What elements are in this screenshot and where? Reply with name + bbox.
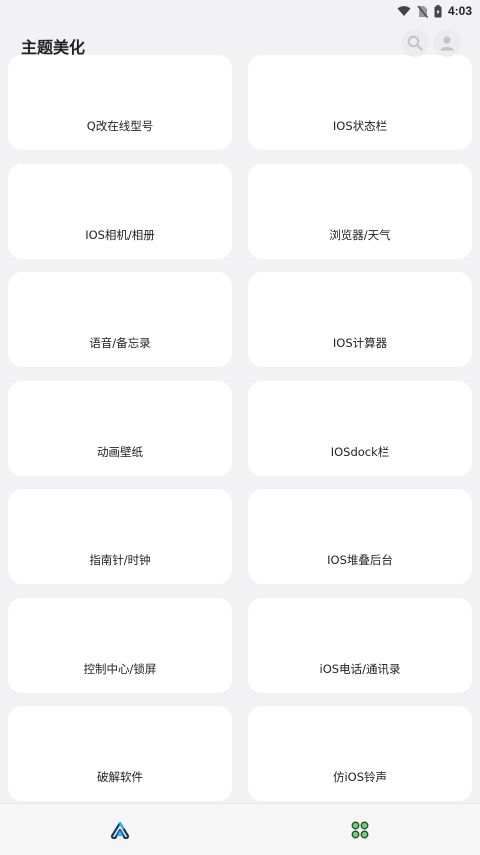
avatar-button[interactable]	[433, 29, 461, 57]
apps-grid-icon	[351, 821, 369, 839]
card-ios-ringtone[interactable]: 仿iOS铃声	[248, 706, 472, 801]
card-label: iOS电话/通讯录	[319, 662, 401, 676]
card-cracked-software[interactable]: 破解软件	[8, 706, 232, 801]
card-label: IOS状态栏	[332, 119, 388, 133]
card-ios-dock[interactable]: IOSdock栏	[248, 381, 472, 476]
battery-icon	[434, 4, 442, 18]
status-bar: 4:03	[0, 0, 480, 22]
card-label: 动画壁纸	[97, 445, 143, 459]
card-ios-status-bar[interactable]: IOS状态栏	[248, 55, 472, 150]
card-label: IOS堆叠后台	[327, 553, 393, 567]
card-control-center-lockscreen[interactable]: 控制中心/锁屏	[8, 598, 232, 693]
card-label: 语音/备忘录	[89, 336, 151, 350]
card-label: 破解软件	[97, 770, 143, 784]
wifi-icon	[397, 5, 411, 17]
card-label: IOSdock栏	[330, 445, 390, 459]
card-label: Q改在线型号	[86, 119, 154, 133]
card-browser-weather[interactable]: 浏览器/天气	[248, 164, 472, 259]
card-label: 控制中心/锁屏	[83, 662, 157, 676]
app-header: 主题美化	[0, 26, 480, 62]
card-ios-calculator[interactable]: IOS计算器	[248, 272, 472, 367]
card-compass-clock[interactable]: 指南针/时钟	[8, 489, 232, 584]
no-sim-icon	[417, 5, 428, 18]
status-time: 4:03	[447, 4, 472, 18]
card-label: IOS计算器	[332, 336, 388, 350]
page-title: 主题美化	[21, 38, 86, 57]
tab-home[interactable]	[0, 804, 240, 855]
bottom-tab-bar	[0, 803, 480, 855]
card-voice-memo[interactable]: 语音/备忘录	[8, 272, 232, 367]
tab-apps[interactable]	[240, 804, 480, 855]
search-icon	[407, 35, 423, 51]
card-ios-stacked-recents[interactable]: IOS堆叠后台	[248, 489, 472, 584]
card-label: 仿iOS铃声	[332, 770, 388, 784]
search-button[interactable]	[401, 29, 429, 57]
card-ios-phone-contacts[interactable]: iOS电话/通讯录	[248, 598, 472, 693]
card-live-wallpaper[interactable]: 动画壁纸	[8, 381, 232, 476]
home-logo-icon	[109, 821, 131, 839]
theme-card-grid: Q改在线型号 IOS状态栏 IOS相机/相册 浏览器/天气 语音/备忘录 IOS…	[0, 0, 480, 803]
card-ios-camera-album[interactable]: IOS相机/相册	[8, 164, 232, 259]
card-q-online-model[interactable]: Q改在线型号	[8, 55, 232, 150]
card-label: 指南针/时钟	[89, 553, 151, 567]
card-label: IOS相机/相册	[85, 228, 155, 242]
card-label: 浏览器/天气	[329, 228, 391, 242]
avatar-icon	[438, 34, 456, 52]
